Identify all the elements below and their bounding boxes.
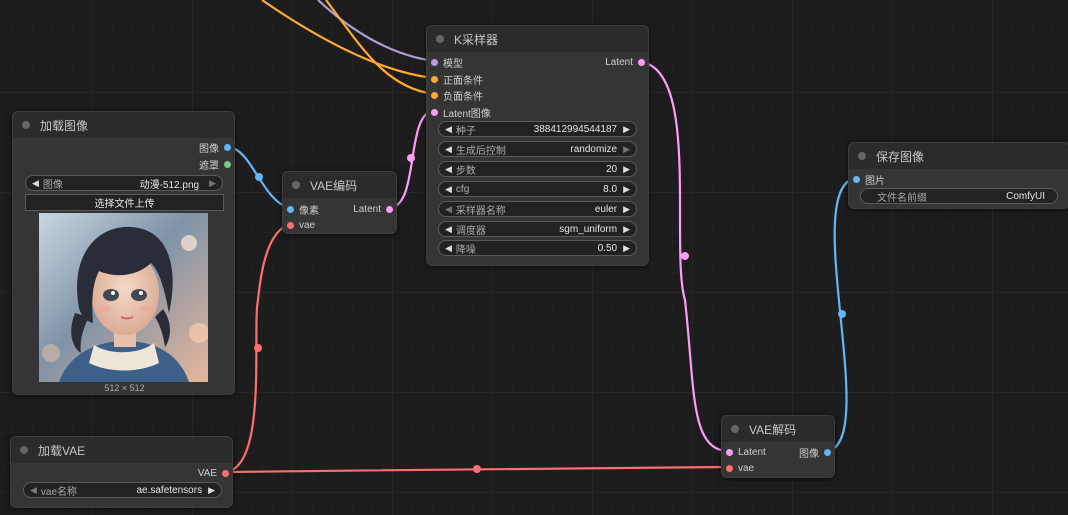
wire-image-encode [228,145,290,210]
node-header[interactable]: VAE解码 [722,416,834,442]
wire-positive [261,0,435,80]
scheduler-widget[interactable]: ◀ 调度器 sgm_uniform ▶ [438,221,637,237]
arrow-left-icon[interactable]: ◀ [445,204,452,215]
wire-image-save [827,176,856,453]
arrow-right-icon[interactable]: ▶ [208,485,215,496]
wire-vae-decode [225,465,729,474]
arrow-left-icon[interactable]: ◀ [445,124,452,135]
collapse-dot-icon[interactable] [20,446,28,454]
output-pin-icon[interactable] [224,160,231,168]
cfg-widget[interactable]: ◀ cfg 8.0 ▶ [438,181,637,197]
upload-button[interactable]: 选择文件上传 [25,194,224,211]
collapse-dot-icon[interactable] [858,152,866,160]
arrow-left-icon[interactable]: ◀ [32,178,39,189]
node-title: VAE编码 [310,178,358,193]
steps-widget[interactable]: ◀ 步数 20 ▶ [438,161,637,177]
sampler-name-widget[interactable]: ◀ 采样器名称 euler ▶ [438,201,637,217]
arrow-right-icon[interactable]: ▶ [623,204,630,215]
arrow-right-icon[interactable]: ▶ [623,144,630,155]
output-pin-icon[interactable] [638,58,645,66]
output-latent[interactable]: Latent [353,202,393,216]
collapse-dot-icon[interactable] [292,181,300,189]
wire-latent-decode [640,60,729,453]
output-pin-icon[interactable] [824,448,831,456]
node-header[interactable]: 加载VAE [11,437,232,463]
input-pin-icon[interactable] [431,75,438,83]
reroute-dot[interactable] [255,173,263,181]
output-image[interactable]: 图像 [199,140,231,155]
collapse-dot-icon[interactable] [731,425,739,433]
input-model[interactable]: 模型 [431,55,463,70]
wire-vae-encode [225,222,290,474]
arrow-left-icon[interactable]: ◀ [445,144,452,155]
node-header[interactable]: 加载图像 [13,112,234,138]
wire-model [317,0,435,63]
input-samples[interactable]: Latent [726,445,766,459]
node-title: K采样器 [454,32,499,47]
vae-encode-node[interactable]: VAE编码 像素 vae Latent [282,171,397,234]
output-pin-icon[interactable] [386,205,393,213]
arrow-right-icon[interactable]: ▶ [623,224,630,235]
node-title: 加载图像 [40,118,89,133]
control-after-generate-widget[interactable]: ◀ 生成后控制 randomize ▶ [438,141,637,157]
output-pin-icon[interactable] [224,143,231,151]
arrow-left-icon[interactable]: ◀ [445,164,452,175]
load-vae-node[interactable]: 加载VAE VAE ◀ vae名称 ae.safetensors ▶ [10,436,233,508]
arrow-right-icon[interactable]: ▶ [623,243,630,254]
ksampler-node[interactable]: K采样器 模型 正面条件 负面条件 Latent图像 Latent ◀ 种子 3… [426,25,649,266]
reroute-dot[interactable] [681,252,689,260]
input-pin-icon[interactable] [726,464,733,472]
output-mask[interactable]: 遮罩 [199,157,231,172]
collapse-dot-icon[interactable] [436,35,444,43]
node-header[interactable]: VAE编码 [283,172,396,198]
node-title: 保存图像 [876,149,925,164]
image-combo[interactable]: ◀ 图像 动漫-512.png ▶ [25,175,223,191]
input-negative[interactable]: 负面条件 [431,88,483,103]
input-pin-icon[interactable] [431,91,438,99]
arrow-left-icon[interactable]: ◀ [445,243,452,254]
arrow-left-icon[interactable]: ◀ [445,224,452,235]
input-positive[interactable]: 正面条件 [431,72,483,87]
save-image-node[interactable]: 保存图像 图片 文件名前缀 ComfyUI [848,142,1068,209]
vae-name-widget[interactable]: ◀ vae名称 ae.safetensors ▶ [23,482,222,498]
arrow-right-icon[interactable]: ▶ [623,124,630,135]
image-size-caption: 512 × 512 [104,383,145,393]
node-header[interactable]: K采样器 [427,26,648,52]
input-pixels[interactable]: 像素 [287,202,319,217]
filename-prefix-widget[interactable]: 文件名前缀 ComfyUI [860,188,1058,204]
denoise-widget[interactable]: ◀ 降噪 0.50 ▶ [438,240,637,256]
preview-image [39,213,208,382]
input-latent-image[interactable]: Latent图像 [431,105,491,120]
output-latent[interactable]: Latent [605,55,645,69]
arrow-right-icon[interactable]: ▶ [623,164,630,175]
wire-negative [325,0,435,96]
reroute-dot[interactable] [838,310,846,318]
node-title: VAE解码 [749,422,797,437]
input-vae[interactable]: vae [726,461,754,475]
output-image[interactable]: 图像 [799,445,831,460]
output-pin-icon[interactable] [222,469,229,477]
input-vae[interactable]: vae [287,218,315,232]
vae-decode-node[interactable]: VAE解码 Latent vae 图像 [721,415,835,478]
arrow-right-icon[interactable]: ▶ [209,178,216,189]
reroute-dot[interactable] [254,344,262,352]
load-image-node[interactable]: 加载图像 图像 遮罩 ◀ 图像 动漫-512.png ▶ 选择文件上传 512 … [12,111,235,395]
input-pin-icon[interactable] [287,221,294,229]
input-pin-icon[interactable] [853,175,860,183]
arrow-right-icon[interactable]: ▶ [623,184,630,195]
arrow-left-icon[interactable]: ◀ [445,184,452,195]
node-title: 加载VAE [38,443,86,458]
input-pin-icon[interactable] [287,205,294,213]
input-images[interactable]: 图片 [853,172,885,187]
input-pin-icon[interactable] [431,108,438,116]
arrow-left-icon[interactable]: ◀ [30,485,37,496]
reroute-dot[interactable] [407,154,415,162]
seed-widget[interactable]: ◀ 种子 388412994544187 ▶ [438,121,637,137]
reroute-dot[interactable] [473,465,481,473]
input-pin-icon[interactable] [431,58,438,66]
node-header[interactable]: 保存图像 [849,143,1068,169]
collapse-dot-icon[interactable] [22,121,30,129]
input-pin-icon[interactable] [726,448,733,456]
output-vae[interactable]: VAE [198,466,229,480]
